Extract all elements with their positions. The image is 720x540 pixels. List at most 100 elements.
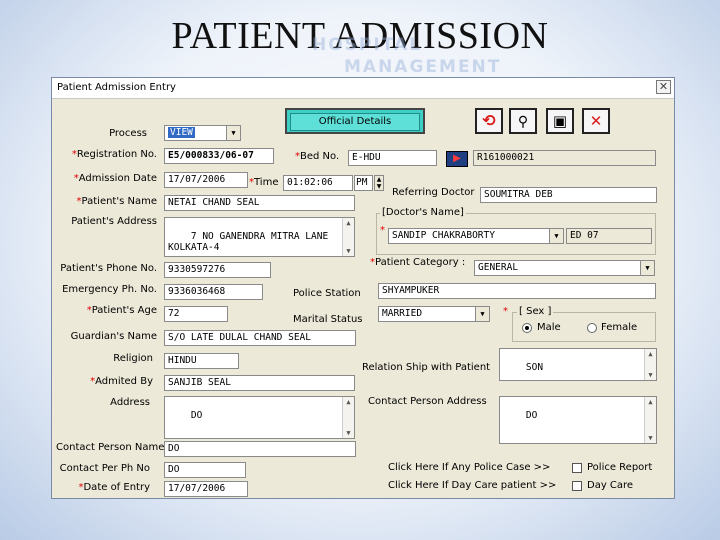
- save-button[interactable]: ▣: [546, 108, 574, 134]
- registration-no-label: *Registration No.: [71, 149, 157, 160]
- watermark-line1: HOSPITAL: [312, 35, 422, 55]
- bed-lookup-button[interactable]: ▶: [446, 151, 468, 167]
- patient-age-label: *Patient's Age: [86, 305, 157, 316]
- police-report-label: Police Report: [587, 462, 653, 473]
- contact-person-address-scrollbar[interactable]: ▲ ▼: [644, 397, 656, 443]
- patient-name-field[interactable]: NETAI CHAND SEAL: [164, 195, 355, 211]
- process-label: Process: [109, 128, 147, 139]
- ampm-field[interactable]: PM: [354, 175, 373, 191]
- admission-date-label: *Admission Date: [73, 173, 157, 184]
- official-details-button[interactable]: Official Details: [285, 108, 425, 134]
- official-details-label: Official Details: [290, 113, 420, 131]
- window-titlebar: Patient Admission Entry ✕: [52, 78, 674, 99]
- guardian-name-label: Guardian's Name: [70, 331, 157, 342]
- emergency-ph-field[interactable]: 9336036468: [164, 284, 263, 300]
- address-scrollbar[interactable]: ▲ ▼: [342, 397, 354, 438]
- sex-female-radio[interactable]: [587, 323, 597, 333]
- patient-phone-field[interactable]: 9330597276: [164, 262, 271, 278]
- date-of-entry-field[interactable]: 17/07/2006: [164, 481, 248, 497]
- address-field[interactable]: DO ▲ ▼: [164, 396, 355, 439]
- sex-required: *: [503, 306, 508, 317]
- religion-label: Religion: [113, 353, 153, 364]
- sex-male-radio[interactable]: [522, 323, 532, 333]
- contact-person-address-label: Contact Person Address: [368, 396, 487, 407]
- relation-ship-scrollbar[interactable]: ▲ ▼: [644, 349, 656, 380]
- chevron-down-icon: ▼: [640, 261, 654, 275]
- registration-no-field[interactable]: E5/000833/06-07: [164, 148, 274, 164]
- save-icon: ▣: [552, 112, 568, 130]
- bed-no-field[interactable]: E-HDU: [348, 150, 437, 166]
- time-label: *Time: [249, 177, 279, 188]
- admitted-by-label: *Admited By: [90, 376, 153, 387]
- doctor-code-field: ED 07: [566, 228, 652, 244]
- admitted-by-field[interactable]: SANJIB SEAL: [164, 375, 355, 391]
- patient-category-select[interactable]: GENERAL ▼: [474, 260, 655, 276]
- search-button[interactable]: ⚲: [509, 108, 537, 134]
- doctor-name-value: SANDIP CHAKRABORTY: [392, 230, 495, 241]
- day-care-prompt: Click Here If Day Care patient >>: [388, 480, 557, 491]
- guardian-name-field[interactable]: S/O LATE DULAL CHAND SEAL: [164, 330, 356, 346]
- marital-status-label: Marital Status: [293, 314, 363, 325]
- refresh-icon: ⟲: [482, 111, 496, 130]
- contact-person-name-field[interactable]: DO: [164, 441, 356, 457]
- contact-person-address-field[interactable]: DO ▲ ▼: [499, 396, 657, 444]
- patient-address-label: Patient's Address: [71, 216, 157, 227]
- sex-female-label: Female: [601, 322, 638, 333]
- referring-doctor-field[interactable]: SOUMITRA DEB: [480, 187, 657, 203]
- religion-field[interactable]: HINDU: [164, 353, 239, 369]
- patient-admission-window: Patient Admission Entry ✕ Official Detai…: [51, 77, 675, 499]
- window-close-button[interactable]: ✕: [656, 80, 671, 94]
- chevron-down-icon: ▼: [475, 307, 489, 321]
- close-icon: ✕: [589, 112, 603, 130]
- marital-status-select[interactable]: MARRIED ▼: [378, 306, 490, 322]
- contact-person-name-label: Contact Person Name: [56, 442, 165, 453]
- play-arrow-icon: ▶: [453, 153, 461, 164]
- relation-ship-text: SON: [525, 362, 544, 373]
- bed-no-label: *Bed No.: [295, 151, 340, 162]
- contact-per-ph-field[interactable]: DO: [164, 462, 246, 478]
- search-icon: ⚲: [517, 114, 529, 130]
- doctor-name-select[interactable]: SANDIP CHAKRABORTY ▼: [388, 228, 564, 244]
- admission-date-field[interactable]: 17/07/2006: [164, 172, 248, 188]
- police-station-label: Police Station: [293, 288, 361, 299]
- time-spinner[interactable]: ▲ ▼: [374, 175, 384, 191]
- marital-status-value: MARRIED: [382, 308, 423, 319]
- patient-address-field[interactable]: 7 NO GANENDRA MITRA LANE KOLKATA-4 ▲ ▼: [164, 217, 355, 257]
- patient-category-value: GENERAL: [478, 262, 519, 273]
- cancel-button[interactable]: ✕: [582, 108, 610, 134]
- police-station-field[interactable]: SHYAMPUKER: [378, 283, 656, 299]
- doctor-name-group-title: [Doctor's Name]: [380, 207, 466, 218]
- contact-person-address-text: DO: [525, 410, 538, 421]
- time-field[interactable]: 01:02:06: [283, 175, 353, 191]
- day-care-checkbox[interactable]: [572, 481, 582, 491]
- patient-phone-label: Patient's Phone No.: [60, 263, 157, 274]
- referring-doctor-label: Referring Doctor: [392, 187, 475, 198]
- patient-age-field[interactable]: 72: [164, 306, 228, 322]
- contact-per-ph-label: Contact Per Ph No: [59, 463, 150, 474]
- doctor-name-required: *: [380, 225, 385, 236]
- police-case-prompt: Click Here If Any Police Case >>: [388, 462, 551, 473]
- sex-group-title: [ Sex ]: [517, 306, 554, 317]
- process-value: VIEW: [168, 127, 195, 138]
- refresh-button[interactable]: ⟲: [475, 108, 503, 134]
- relation-ship-field[interactable]: SON ▲ ▼: [499, 348, 657, 381]
- day-care-label: Day Care: [587, 480, 634, 491]
- relation-ship-label: Relation Ship with Patient: [362, 362, 491, 373]
- watermark-line2: MANAGEMENT: [344, 57, 502, 77]
- date-of-entry-label: *Date of Entry: [78, 482, 150, 493]
- bed-code-field: R161000021: [473, 150, 656, 166]
- patient-name-label: *Patient's Name: [76, 196, 157, 207]
- chevron-down-icon: ▼: [549, 229, 563, 243]
- sex-male-label: Male: [537, 322, 561, 333]
- chevron-down-icon: ▼: [226, 126, 240, 140]
- watermark: HOSPITAL MANAGEMENT: [312, 34, 532, 78]
- patient-category-label: *Patient Category :: [370, 257, 466, 268]
- patient-address-text: 7 NO GANENDRA MITRA LANE KOLKATA-4: [168, 231, 329, 253]
- window-title: Patient Admission Entry: [57, 82, 176, 93]
- police-report-checkbox[interactable]: [572, 463, 582, 473]
- emergency-ph-label: Emergency Ph. No.: [62, 284, 157, 295]
- patient-address-scrollbar[interactable]: ▲ ▼: [342, 218, 354, 256]
- address-label: Address: [110, 397, 150, 408]
- process-select[interactable]: VIEW ▼: [164, 125, 241, 141]
- address-text: DO: [190, 410, 203, 421]
